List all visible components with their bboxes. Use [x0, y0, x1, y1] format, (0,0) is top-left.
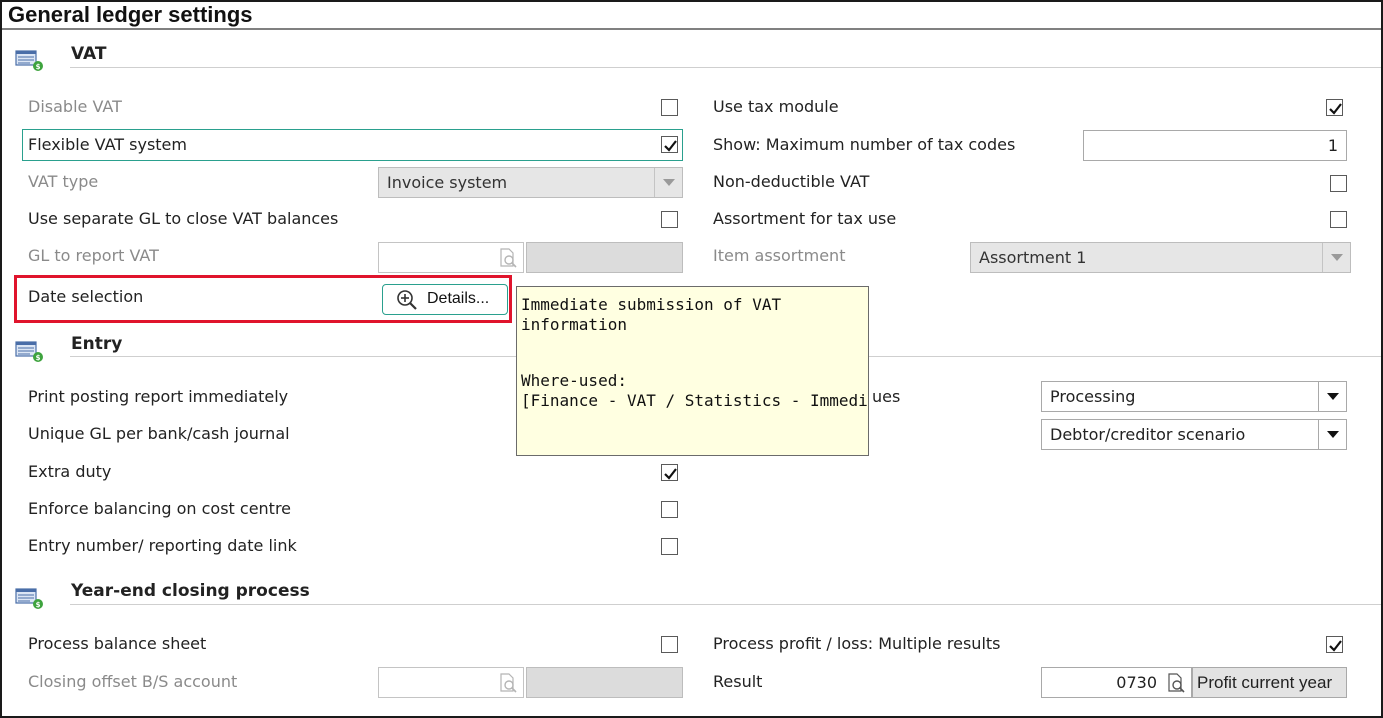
- process-pl-label: Process profit / loss: Multiple results: [713, 634, 1001, 653]
- item-assortment-select[interactable]: Assortment 1: [970, 242, 1351, 273]
- unique-gl-label: Unique GL per bank/cash journal: [28, 424, 290, 443]
- enforce-balancing-checkbox[interactable]: [661, 501, 678, 518]
- result-description: Profit current year: [1192, 667, 1347, 698]
- non-deductible-label: Non-deductible VAT: [713, 172, 870, 191]
- vat-type-label: VAT type: [28, 172, 99, 191]
- item-assortment-value: Assortment 1: [979, 248, 1087, 267]
- item-assortment-label: Item assortment: [713, 246, 846, 265]
- svg-text:$: $: [36, 354, 41, 362]
- tooltip-line: Immediate submission of VAT: [521, 295, 782, 314]
- svg-text:$: $: [36, 601, 41, 609]
- process-pl-checkbox[interactable]: [1326, 636, 1343, 653]
- extra-duty-checkbox[interactable]: [661, 464, 678, 481]
- flexible-vat-checkbox[interactable]: [661, 136, 678, 153]
- date-selection-details-button[interactable]: Details...: [382, 284, 508, 315]
- section-title-entry: Entry: [71, 334, 123, 354]
- section-divider-entry-right: [869, 356, 1381, 357]
- entry-right-label-partial: ues: [872, 387, 901, 406]
- lookup-magnifier-icon[interactable]: [497, 672, 519, 694]
- checkmark-icon: [664, 468, 677, 480]
- closing-offset-description: [526, 667, 683, 698]
- section-title-year-end: Year-end closing process: [71, 581, 310, 601]
- entry-number-label: Entry number/ reporting date link: [28, 536, 297, 555]
- checkmark-icon: [664, 140, 677, 152]
- title-divider: [2, 28, 1381, 30]
- details-button-label: Details...: [427, 290, 490, 307]
- scenario-value: Debtor/creditor scenario: [1050, 425, 1246, 444]
- gl-report-input[interactable]: [378, 242, 524, 273]
- vat-type-value: Invoice system: [387, 173, 508, 192]
- chevron-down-icon[interactable]: [1318, 420, 1346, 449]
- processing-value: Processing: [1050, 387, 1136, 406]
- assortment-tax-label: Assortment for tax use: [713, 209, 897, 228]
- lookup-magnifier-icon[interactable]: [1165, 672, 1187, 694]
- process-balance-checkbox[interactable]: [661, 636, 678, 653]
- svg-text:$: $: [36, 63, 41, 71]
- entry-number-checkbox[interactable]: [661, 538, 678, 555]
- process-balance-label: Process balance sheet: [28, 634, 207, 653]
- enforce-balancing-label: Enforce balancing on cost centre: [28, 499, 292, 518]
- assortment-tax-checkbox[interactable]: [1330, 211, 1347, 228]
- section-divider-entry: [70, 356, 516, 357]
- closing-offset-input[interactable]: [378, 667, 524, 698]
- ledger-settings-icon: $: [14, 585, 44, 611]
- gl-report-description: [526, 242, 683, 273]
- gl-report-label: GL to report VAT: [28, 246, 159, 265]
- date-selection-tooltip: Immediate submission of VAT information …: [516, 286, 869, 456]
- use-tax-module-checkbox[interactable]: [1326, 99, 1343, 116]
- section-title-vat: VAT: [71, 44, 107, 64]
- date-selection-label: Date selection: [28, 287, 144, 306]
- zoom-in-icon: [397, 290, 417, 310]
- chevron-down-icon[interactable]: [1322, 243, 1350, 272]
- checkmark-icon: [1329, 640, 1342, 652]
- closing-offset-label: Closing offset B/S account: [28, 672, 238, 691]
- vat-type-select[interactable]: Invoice system: [378, 167, 683, 198]
- tooltip-line: Where-used:: [521, 371, 627, 390]
- tooltip-line: information: [521, 315, 627, 334]
- disable-vat-checkbox[interactable]: [661, 99, 678, 116]
- separate-gl-label: Use separate GL to close VAT balances: [28, 209, 339, 228]
- separate-gl-checkbox[interactable]: [661, 211, 678, 228]
- ledger-settings-icon: $: [14, 47, 44, 73]
- flexible-vat-label: Flexible VAT system: [28, 135, 187, 154]
- max-tax-codes-label: Show: Maximum number of tax codes: [713, 135, 1016, 154]
- section-divider-vat: [70, 67, 1381, 68]
- lookup-magnifier-icon[interactable]: [497, 247, 519, 269]
- use-tax-module-label: Use tax module: [713, 97, 839, 116]
- non-deductible-checkbox[interactable]: [1330, 175, 1347, 192]
- chevron-down-icon[interactable]: [654, 168, 682, 197]
- processing-select[interactable]: Processing: [1041, 381, 1347, 412]
- disable-vat-label: Disable VAT: [28, 97, 122, 116]
- section-divider-year-end: [70, 604, 1381, 605]
- max-tax-codes-input[interactable]: 1: [1083, 130, 1347, 161]
- tooltip-line: [Finance - VAT / Statistics - Immediate: [521, 391, 869, 410]
- ledger-settings-icon: $: [14, 338, 44, 364]
- extra-duty-label: Extra duty: [28, 462, 112, 481]
- scenario-select[interactable]: Debtor/creditor scenario: [1041, 419, 1347, 450]
- result-label: Result: [713, 672, 763, 691]
- chevron-down-icon[interactable]: [1318, 382, 1346, 411]
- result-input[interactable]: 0730: [1041, 667, 1192, 698]
- page-title: General ledger settings: [8, 2, 253, 27]
- print-posting-label: Print posting report immediately: [28, 387, 289, 406]
- checkmark-icon: [1329, 103, 1342, 115]
- result-value: 0730: [1116, 673, 1157, 692]
